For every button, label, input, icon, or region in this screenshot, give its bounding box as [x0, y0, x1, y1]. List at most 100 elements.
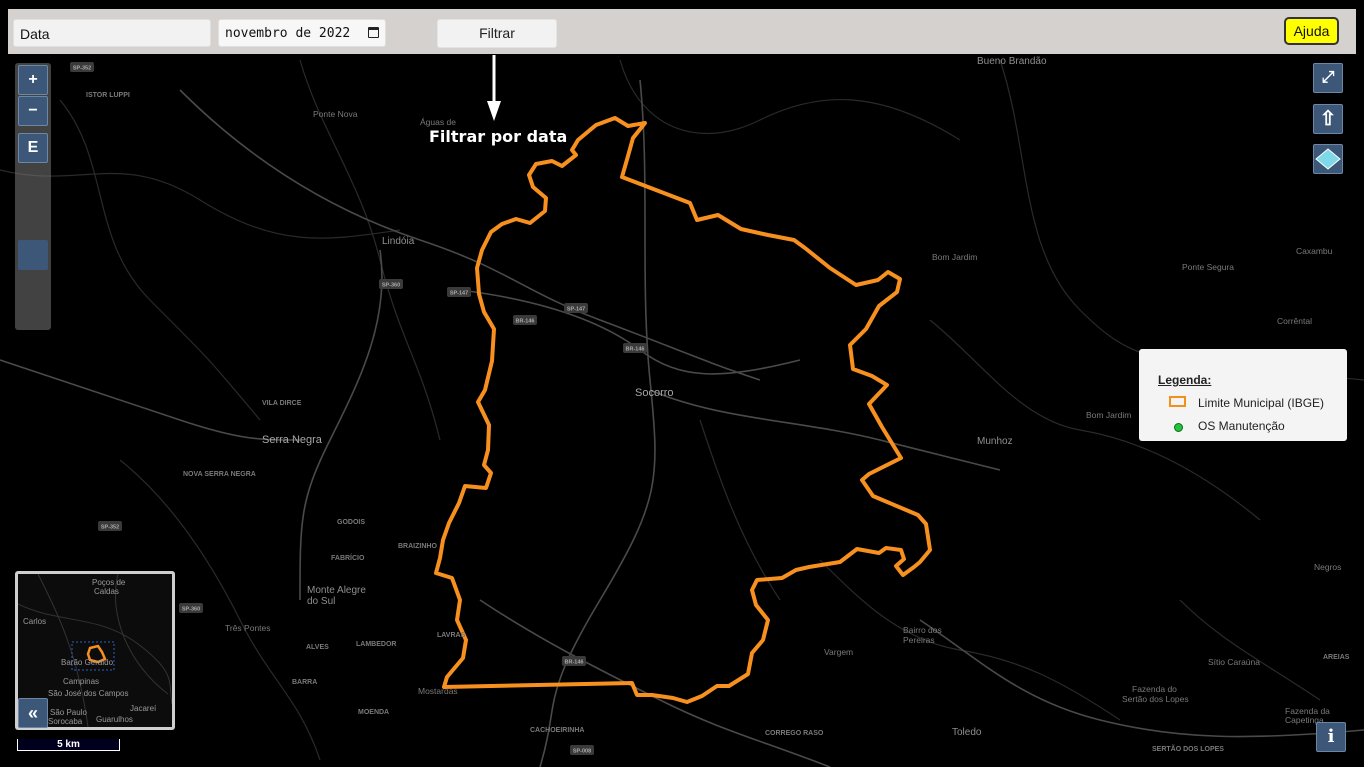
svg-text:SP-008: SP-008	[573, 749, 591, 755]
place-label: Socorro	[635, 387, 674, 399]
zoom-control-bar: + − E	[15, 63, 51, 330]
fullscreen-icon: ⤢	[1321, 69, 1335, 86]
month-picker[interactable]: novembro de 2022	[218, 19, 386, 47]
overview-place-label: São José dos Campos	[48, 689, 129, 698]
place-label: Caxambu	[1296, 246, 1333, 256]
place-label: Mostardas	[418, 686, 458, 696]
fullscreen-button[interactable]: ⤢	[1313, 63, 1343, 93]
upload-button[interactable]: ⇧	[1313, 104, 1343, 134]
filter-button[interactable]: Filtrar	[437, 19, 557, 48]
overview-toggle-button[interactable]: «	[18, 698, 48, 728]
overview-place-label: Sorocaba	[48, 717, 83, 726]
place-label: NOVA SERRA NEGRA	[183, 471, 256, 478]
place-label: Fazenda do	[1132, 684, 1177, 694]
overview-place-label: Barão Geraldo	[61, 658, 114, 667]
place-label: Vargem	[824, 647, 853, 657]
date-field[interactable]: Data	[13, 19, 211, 47]
place-label: LAMBEDOR	[356, 641, 396, 648]
boundary-swatch-icon	[1169, 396, 1186, 407]
place-label: Munhoz	[977, 436, 1013, 447]
place-label: Bueno Brandão	[977, 56, 1047, 67]
place-label: Bom Jardim	[1086, 410, 1131, 420]
upload-arrow-icon: ⇧	[1319, 108, 1337, 130]
info-button[interactable]: i	[1316, 722, 1346, 752]
date-field-label: Data	[20, 26, 50, 42]
place-label: SERTÃO DOS LOPES	[1152, 744, 1224, 753]
layers-button[interactable]	[1313, 144, 1343, 174]
place-label: Lindóia	[382, 236, 415, 247]
overview-place-label: Carlos	[23, 617, 46, 626]
place-label: Bom Jardim	[932, 252, 977, 262]
overview-place-label: Jacareí	[130, 704, 157, 713]
legend-title: Legenda:	[1158, 373, 1212, 387]
place-label: Negros	[1314, 562, 1341, 572]
place-label: Pereiras	[903, 635, 935, 645]
place-label: ALVES	[306, 644, 329, 651]
overview-map[interactable]: Poços de Caldas Carlos Barão Geraldo Campina…	[15, 571, 175, 730]
place-label: Corrêntal	[1277, 316, 1312, 326]
place-label: BRAIZINHO	[398, 543, 437, 550]
place-label: Ponte Segura	[1182, 262, 1234, 272]
extent-icon: E	[27, 139, 39, 156]
legend-panel: Legenda: Limite Municipal (IBGE) OS Manu…	[1139, 349, 1347, 441]
scale-bar: 5 km	[17, 739, 120, 751]
overview-place-label: Guarulhos	[96, 715, 133, 724]
svg-text:BR-146: BR-146	[565, 660, 584, 666]
zoom-in-button[interactable]: +	[18, 65, 48, 95]
road-shield: BR-146	[513, 315, 537, 325]
road-shield: SP-352	[98, 521, 122, 531]
place-label: LAVRAS	[437, 632, 466, 639]
place-label: Bairro dos	[903, 625, 942, 635]
road-shield: BR-146	[623, 343, 647, 353]
maintenance-dot-icon	[1174, 423, 1183, 432]
place-label: CACHOEIRINHA	[530, 727, 584, 734]
minus-icon: −	[28, 102, 38, 119]
place-label: VILA DIRCE	[262, 400, 302, 407]
legend-item-boundary: Limite Municipal (IBGE)	[1198, 396, 1325, 410]
month-picker-value: novembro de 2022	[225, 26, 351, 41]
place-label: do Sul	[307, 596, 335, 607]
road-shield: SP-008	[570, 745, 594, 755]
overview-place-label: Poços de	[92, 578, 126, 587]
place-label: Sítio Caraúna	[1208, 657, 1260, 667]
double-chevron-left-icon: «	[27, 703, 38, 723]
toolbar: Data novembro de 2022 Filtrar Ajuda	[8, 9, 1356, 54]
svg-text:BR-146: BR-146	[626, 347, 645, 353]
road-shield: SP-147	[447, 287, 471, 297]
place-label: BARRA	[292, 679, 317, 686]
zoom-slider-handle[interactable]	[18, 240, 48, 270]
info-icon: i	[1327, 726, 1335, 747]
overview-place-label: Campinas	[63, 677, 99, 686]
place-label: MOENDA	[358, 709, 389, 716]
svg-text:SP-352: SP-352	[73, 66, 91, 72]
place-label: Serra Negra	[262, 434, 323, 446]
overview-place-label: Caldas	[94, 587, 119, 596]
svg-text:SP-147: SP-147	[567, 307, 585, 313]
place-label: Sertão dos Lopes	[1122, 694, 1189, 704]
road-shield: SP-147	[564, 303, 588, 313]
place-label: GODOIS	[337, 519, 365, 526]
place-label: Três Pontes	[225, 623, 271, 633]
overview-place-label: São Paulo	[50, 708, 87, 717]
help-button[interactable]: Ajuda	[1284, 17, 1339, 45]
road-shield: SP-352	[70, 62, 94, 72]
road-shield: SP-360	[379, 279, 403, 289]
calendar-icon[interactable]	[368, 27, 379, 38]
place-label: Águas de	[420, 117, 456, 127]
zoom-extent-button[interactable]: E	[18, 133, 48, 163]
svg-text:SP-360: SP-360	[382, 283, 400, 289]
legend-item-maintenance: OS Manutenção	[1198, 419, 1285, 433]
place-label: Toledo	[952, 727, 982, 738]
svg-text:BR-146: BR-146	[516, 319, 535, 325]
place-label: FABRÍCIO	[331, 553, 365, 562]
zoom-out-button[interactable]: −	[18, 96, 48, 126]
place-label: ISTOR LUPPI	[86, 92, 130, 99]
place-label: CORREGO RASO	[765, 730, 824, 737]
place-label: Ponte Nova	[313, 109, 358, 119]
road-shield: SP-360	[179, 603, 203, 613]
annotation-arrow-icon	[487, 55, 501, 121]
place-label: AREIAS	[1323, 654, 1350, 661]
annotation-text: Filtrar por data	[429, 127, 568, 146]
plus-icon: +	[28, 71, 38, 88]
svg-text:SP-147: SP-147	[450, 291, 468, 297]
